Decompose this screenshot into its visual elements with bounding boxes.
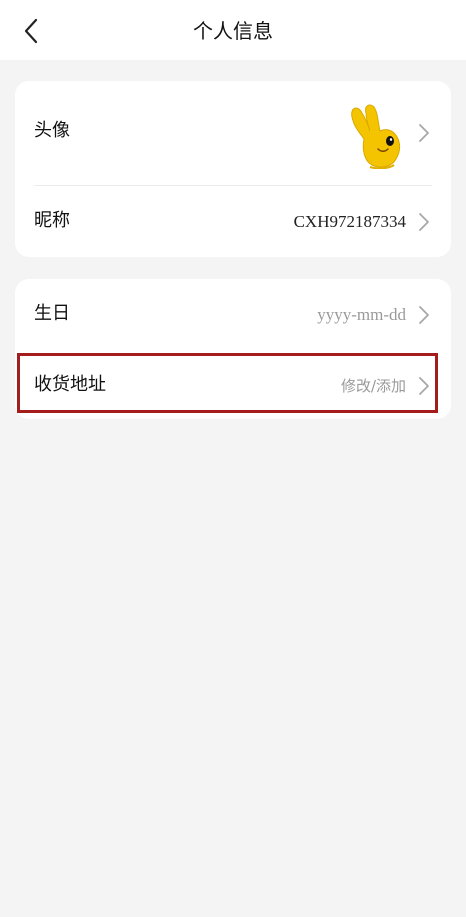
- chevron-right-icon: [419, 124, 429, 142]
- birthday-label: 生日: [34, 303, 70, 324]
- avatar-label: 头像: [34, 120, 70, 141]
- address-row[interactable]: 收货地址 修改/添加: [15, 355, 451, 415]
- chevron-right-icon: [419, 306, 429, 324]
- address-label: 收货地址: [34, 374, 106, 395]
- nickname-row[interactable]: 昵称 CXH972187334: [15, 186, 451, 257]
- avatar-row[interactable]: 头像: [15, 81, 451, 185]
- top-bar: 个人信息: [0, 0, 466, 60]
- chevron-right-icon: [419, 213, 429, 231]
- address-value: 修改/添加: [340, 377, 406, 395]
- details-card: 生日 yyyy-mm-dd 收货地址 修改/添加: [15, 279, 451, 419]
- birthday-placeholder: yyyy-mm-dd: [317, 305, 406, 324]
- avatar[interactable]: [348, 103, 406, 169]
- page-title: 个人信息: [193, 19, 273, 43]
- nickname-label: 昵称: [34, 210, 70, 231]
- nickname-value: CXH972187334: [293, 212, 406, 231]
- chevron-right-icon: [419, 377, 429, 395]
- birthday-row[interactable]: 生日 yyyy-mm-dd: [15, 279, 451, 349]
- profile-card: 头像 昵称 CXH972187334: [15, 81, 451, 257]
